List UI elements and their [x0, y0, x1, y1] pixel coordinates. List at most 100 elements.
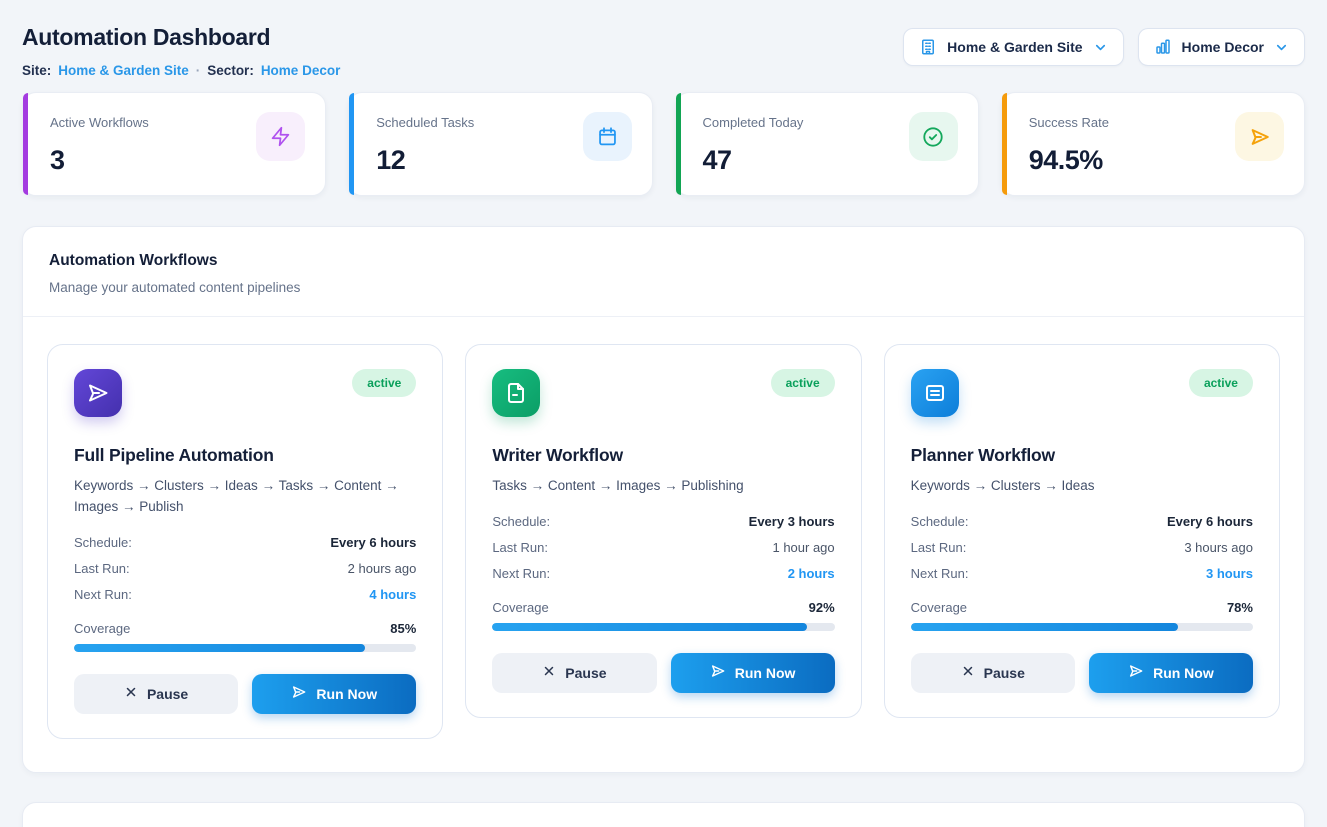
accent-bar	[676, 93, 681, 195]
send-icon	[1235, 112, 1284, 161]
coverage-progress-fill	[74, 644, 365, 652]
last-run-row: Last Run: 2 hours ago	[74, 561, 416, 576]
last-run-row: Last Run: 1 hour ago	[492, 540, 834, 555]
page-header: Automation Dashboard Site: Home & Garden…	[22, 20, 1305, 78]
schedule-label: Schedule:	[911, 514, 969, 529]
x-icon	[542, 664, 556, 681]
coverage-row: Coverage 92%	[492, 600, 834, 615]
header-selectors: Home & Garden Site Home Decor	[903, 28, 1305, 66]
send-icon	[1128, 663, 1144, 682]
send-icon	[291, 684, 307, 703]
card-top: active	[911, 369, 1253, 417]
workflow-title: Full Pipeline Automation	[74, 445, 416, 466]
accent-bar	[349, 93, 354, 195]
pause-button[interactable]: Pause	[492, 653, 656, 693]
workflow-title: Writer Workflow	[492, 445, 834, 466]
schedule-row: Schedule: Every 6 hours	[74, 535, 416, 550]
breadcrumb: Site: Home & Garden Site · Sector: Home …	[22, 63, 340, 78]
schedule-row: Schedule: Every 3 hours	[492, 514, 834, 529]
bar-chart-icon	[1154, 38, 1172, 56]
last-run-value: 1 hour ago	[772, 540, 834, 555]
card-actions: Pause Run Now	[74, 674, 416, 714]
last-run-value: 3 hours ago	[1184, 540, 1253, 555]
status-badge: active	[771, 369, 835, 397]
calendar-icon	[583, 112, 632, 161]
stat-card-completed-today: Completed Today 47	[675, 92, 979, 196]
status-badge: active	[1189, 369, 1253, 397]
next-run-label: Next Run:	[492, 566, 550, 581]
site-selector-label: Home & Garden Site	[947, 39, 1082, 55]
workflow-pipeline: Tasks → Content → Images → Publishing	[492, 476, 834, 497]
accent-bar	[1002, 93, 1007, 195]
coverage-progressbar	[74, 644, 416, 652]
send-icon	[74, 369, 122, 417]
schedule-value: Every 6 hours	[1167, 514, 1253, 529]
sector-selector-dropdown[interactable]: Home Decor	[1138, 28, 1305, 66]
schedule-row: Schedule: Every 6 hours	[911, 514, 1253, 529]
workflows-panel: Automation Workflows Manage your automat…	[22, 226, 1305, 773]
workflow-pipeline: Keywords → Clusters → Ideas → Tasks → Co…	[74, 476, 416, 518]
stat-card-active-workflows: Active Workflows 3	[22, 92, 326, 196]
pause-label: Pause	[147, 686, 188, 702]
next-run-row: Next Run: 3 hours	[911, 566, 1253, 581]
last-run-row: Last Run: 3 hours ago	[911, 540, 1253, 555]
coverage-progressbar	[492, 623, 834, 631]
last-run-label: Last Run:	[911, 540, 967, 555]
chevron-down-icon	[1093, 40, 1108, 55]
x-icon	[961, 664, 975, 681]
workflow-card-writer: active Writer Workflow Tasks → Content →…	[465, 344, 861, 718]
separator-dot: ·	[196, 63, 201, 78]
pause-button[interactable]: Pause	[74, 674, 238, 714]
next-run-row: Next Run: 4 hours	[74, 587, 416, 602]
coverage-value: 78%	[1227, 600, 1253, 615]
next-run-label: Next Run:	[911, 566, 969, 581]
workflows-subtitle: Manage your automated content pipelines	[49, 280, 1278, 295]
workflow-cards-row: active Full Pipeline Automation Keywords…	[23, 317, 1304, 772]
last-run-label: Last Run:	[492, 540, 548, 555]
coverage-label: Coverage	[492, 600, 548, 615]
workflows-panel-header: Automation Workflows Manage your automat…	[23, 227, 1304, 317]
pause-button[interactable]: Pause	[911, 653, 1075, 693]
title-block: Automation Dashboard Site: Home & Garden…	[22, 20, 340, 78]
status-badge: active	[352, 369, 416, 397]
pause-label: Pause	[565, 665, 606, 681]
card-top: active	[492, 369, 834, 417]
run-now-label: Run Now	[1153, 665, 1214, 681]
automation-steps-panel: Automation Steps Configure which steps a…	[22, 802, 1305, 827]
schedule-value: Every 3 hours	[749, 514, 835, 529]
card-actions: Pause Run Now	[911, 653, 1253, 693]
next-run-value: 2 hours	[788, 566, 835, 581]
workflow-card-full-pipeline: active Full Pipeline Automation Keywords…	[47, 344, 443, 739]
automation-dashboard-page: Automation Dashboard Site: Home & Garden…	[0, 0, 1327, 827]
sector-label: Sector:	[207, 63, 254, 78]
card-actions: Pause Run Now	[492, 653, 834, 693]
steps-panel-header: Automation Steps Configure which steps a…	[23, 803, 1304, 827]
coverage-progressbar	[911, 623, 1253, 631]
accent-bar	[23, 93, 28, 195]
stat-card-success-rate: Success Rate 94.5%	[1001, 92, 1305, 196]
run-now-button[interactable]: Run Now	[671, 653, 835, 693]
next-run-row: Next Run: 2 hours	[492, 566, 834, 581]
send-icon	[710, 663, 726, 682]
x-icon	[124, 685, 138, 702]
zap-icon	[256, 112, 305, 161]
coverage-label: Coverage	[74, 621, 130, 636]
workflow-card-planner: active Planner Workflow Keywords → Clust…	[884, 344, 1280, 718]
coverage-progress-fill	[911, 623, 1178, 631]
stat-card-scheduled-tasks: Scheduled Tasks 12	[348, 92, 652, 196]
pause-label: Pause	[984, 665, 1025, 681]
coverage-value: 85%	[390, 621, 416, 636]
site-link[interactable]: Home & Garden Site	[58, 63, 189, 78]
page-title: Automation Dashboard	[22, 24, 340, 51]
workflows-title: Automation Workflows	[49, 252, 1278, 270]
run-now-label: Run Now	[735, 665, 796, 681]
next-run-value: 3 hours	[1206, 566, 1253, 581]
workflow-title: Planner Workflow	[911, 445, 1253, 466]
run-now-button[interactable]: Run Now	[252, 674, 416, 714]
sector-link[interactable]: Home Decor	[261, 63, 341, 78]
building-icon	[919, 38, 937, 56]
site-selector-dropdown[interactable]: Home & Garden Site	[903, 28, 1123, 66]
run-now-button[interactable]: Run Now	[1089, 653, 1253, 693]
schedule-label: Schedule:	[492, 514, 550, 529]
card-top: active	[74, 369, 416, 417]
